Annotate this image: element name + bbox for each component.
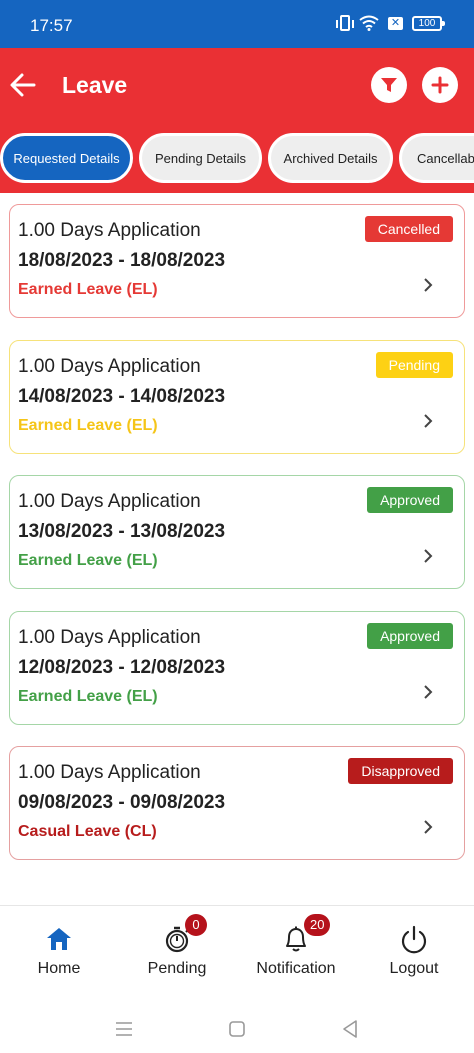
application-dates: 09/08/2023 - 09/08/2023 (18, 792, 226, 813)
chevron-right-icon (424, 549, 433, 563)
leave-type: Earned Leave (EL) (18, 552, 158, 569)
leave-application-card[interactable]: 1.00 Days Application 12/08/2023 - 12/08… (9, 611, 465, 725)
home-icon (47, 928, 71, 950)
back-arrow-icon (10, 73, 36, 97)
nav-logout[interactable]: Logout (355, 906, 473, 1006)
tab-requested-details[interactable]: Requested Details (0, 133, 133, 183)
status-bar: 17:57 ✕ 100 (0, 0, 474, 48)
application-title: 1.00 Days Application (18, 356, 201, 377)
nav-pending[interactable]: 0 Pending (118, 906, 236, 1006)
application-dates: 14/08/2023 - 14/08/2023 (18, 386, 226, 407)
application-title: 1.00 Days Application (18, 627, 201, 648)
chevron-right-icon (424, 820, 433, 834)
filter-icon (381, 78, 397, 92)
add-leave-button[interactable] (422, 67, 458, 103)
leave-application-card[interactable]: 1.00 Days Application 13/08/2023 - 13/08… (9, 475, 465, 589)
nav-home-label: Home (37, 960, 81, 977)
filter-button[interactable] (371, 67, 407, 103)
wifi-icon (359, 15, 379, 31)
vibrate-icon (336, 15, 354, 31)
bottom-nav: Home 0 Pending 20 Notification Logout (0, 905, 474, 1005)
status-time: 17:57 (30, 16, 73, 35)
menu-icon[interactable] (112, 1017, 136, 1041)
status-badge: Disapproved (348, 758, 453, 784)
nav-notification-label: Notification (256, 960, 336, 977)
leave-type: Earned Leave (EL) (18, 688, 158, 705)
status-badge: Pending (375, 352, 453, 378)
tab-cancellable[interactable]: Cancellable (399, 133, 474, 183)
pending-count-badge: 0 (185, 914, 207, 936)
system-nav-bar (0, 1005, 474, 1053)
leave-type: Earned Leave (EL) (18, 281, 158, 298)
leave-application-card[interactable]: 1.00 Days Application 14/08/2023 - 14/08… (9, 340, 465, 454)
leave-application-card[interactable]: 1.00 Days Application 18/08/2023 - 18/08… (9, 204, 465, 318)
home-square-icon[interactable] (225, 1017, 249, 1041)
tab-archived-details[interactable]: Archived Details (268, 133, 393, 183)
status-badge: Approved (367, 623, 453, 649)
page-title: Leave (62, 72, 128, 98)
chevron-right-icon (424, 278, 433, 292)
application-title: 1.00 Days Application (18, 220, 201, 241)
chevron-right-icon (424, 414, 433, 428)
leave-type: Earned Leave (EL) (18, 417, 158, 434)
battery-icon: 100 (412, 15, 445, 31)
back-button[interactable] (8, 70, 38, 100)
status-icons: ✕ 100 (336, 15, 445, 31)
leave-application-card[interactable]: 1.00 Days Application 09/08/2023 - 09/08… (9, 746, 465, 860)
chevron-right-icon (424, 685, 433, 699)
nav-home[interactable]: Home (0, 906, 118, 1006)
application-dates: 12/08/2023 - 12/08/2023 (18, 657, 226, 678)
application-title: 1.00 Days Application (18, 762, 201, 783)
nav-pending-label: Pending (147, 960, 207, 977)
data-off-icon: ✕ (388, 16, 403, 30)
tab-bar: Requested Details Pending Details Archiv… (0, 133, 474, 183)
notification-count-badge: 20 (304, 914, 331, 936)
tab-pending-details[interactable]: Pending Details (139, 133, 262, 183)
application-dates: 18/08/2023 - 18/08/2023 (18, 250, 226, 271)
back-triangle-icon[interactable] (338, 1017, 362, 1041)
leave-type: Casual Leave (CL) (18, 823, 157, 840)
status-badge: Approved (367, 487, 453, 513)
nav-notification[interactable]: 20 Notification (237, 906, 355, 1006)
plus-icon (431, 76, 449, 94)
nav-logout-label: Logout (389, 960, 439, 977)
power-icon (401, 925, 427, 954)
application-dates: 13/08/2023 - 13/08/2023 (18, 521, 226, 542)
status-badge: Cancelled (364, 216, 453, 242)
application-title: 1.00 Days Application (18, 491, 201, 512)
